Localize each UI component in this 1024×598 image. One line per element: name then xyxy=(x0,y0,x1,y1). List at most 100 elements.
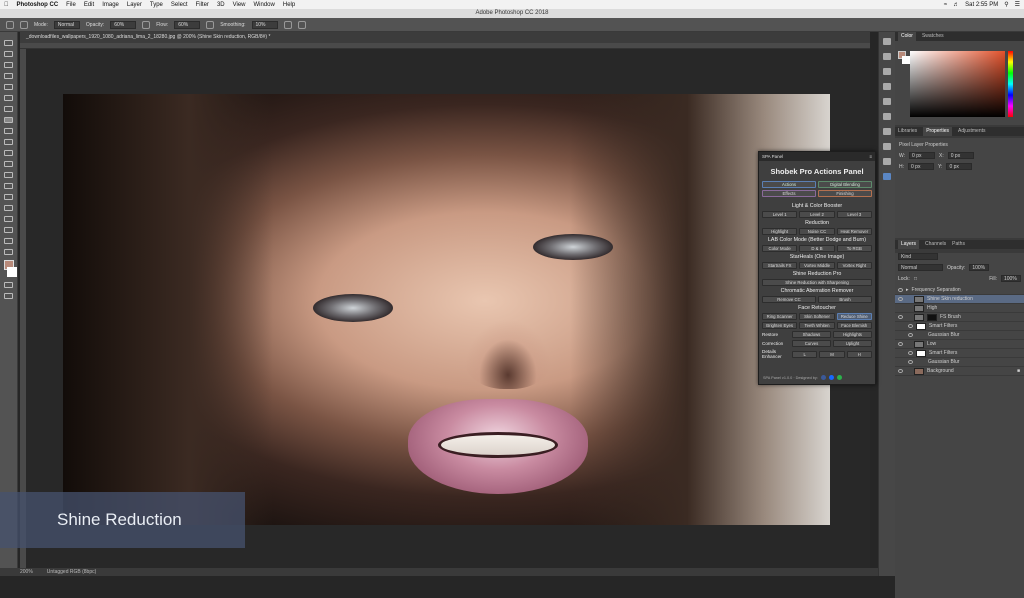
remove-cc-button[interactable]: Remove CC xyxy=(762,296,816,303)
width-field[interactable]: 0 px xyxy=(909,152,936,159)
light-level-2-button[interactable]: Level 2 xyxy=(799,211,835,218)
screen-mode-icon[interactable] xyxy=(4,293,13,299)
marquee-tool-icon[interactable] xyxy=(4,51,13,57)
zoom-tool-icon[interactable] xyxy=(4,249,13,255)
menu-select[interactable]: Select xyxy=(171,2,188,8)
brighten-eyes-button[interactable]: Brighten Eyes xyxy=(762,322,798,329)
visibility-icon[interactable] xyxy=(898,342,903,346)
layer-row[interactable]: FS Brush xyxy=(895,313,1024,322)
info-icon[interactable] xyxy=(883,143,891,150)
hue-slider[interactable] xyxy=(1008,51,1013,117)
apple-icon[interactable]:  xyxy=(4,2,9,8)
panel-menu-icon[interactable]: ≡ xyxy=(869,152,875,161)
layer-row[interactable]: ▸ Frequency Separation xyxy=(895,286,1024,295)
tab-color[interactable]: Color xyxy=(898,32,916,41)
tab-paths[interactable]: Paths xyxy=(952,240,965,249)
fill-field[interactable]: 100% xyxy=(1001,275,1021,282)
tab-swatches[interactable]: Swatches xyxy=(922,32,944,41)
background-color-swatch[interactable] xyxy=(6,267,17,277)
menu-file[interactable]: File xyxy=(66,2,76,8)
ring-scanner-button[interactable]: Ring Scanner xyxy=(762,313,798,320)
tab-adjustments[interactable]: Adjustments xyxy=(958,127,986,136)
visibility-icon[interactable] xyxy=(898,288,903,292)
color-field[interactable] xyxy=(910,51,1005,117)
gear-icon[interactable] xyxy=(283,20,292,29)
vortex-middle-button[interactable]: Vortex Middle xyxy=(799,262,835,269)
menu-3d[interactable]: 3D xyxy=(217,2,225,8)
chroma-brush-button[interactable]: Brush xyxy=(818,296,872,303)
brush-settings-icon[interactable] xyxy=(20,20,28,29)
document-image[interactable] xyxy=(63,94,830,525)
menu-help[interactable]: Help xyxy=(283,2,295,8)
history-icon[interactable] xyxy=(883,38,891,45)
menu-filter[interactable]: Filter xyxy=(196,2,209,8)
layer-row[interactable]: Shine Skin reduction xyxy=(895,295,1024,304)
dodge-tool-icon[interactable] xyxy=(4,183,13,189)
type-tool-icon[interactable] xyxy=(4,205,13,211)
heat-remover-button[interactable]: Heat Remover xyxy=(836,228,872,235)
flow-field[interactable]: 60% xyxy=(174,20,201,29)
teeth-whiten-button[interactable]: Teeth Whiten xyxy=(799,322,835,329)
brush-settings-panel-icon[interactable] xyxy=(883,113,891,120)
face-blemish-button[interactable]: Face Blemish xyxy=(836,322,872,329)
crop-tool-icon[interactable] xyxy=(4,84,13,90)
blend-mode-select[interactable]: Normal xyxy=(898,264,943,271)
y-field[interactable]: 0 px xyxy=(946,163,973,170)
brush-tool-icon[interactable] xyxy=(4,117,13,123)
visibility-icon[interactable] xyxy=(908,360,913,364)
layer-row[interactable]: Gaussian Blur xyxy=(895,358,1024,367)
blur-tool-icon[interactable] xyxy=(4,172,13,178)
visibility-icon[interactable] xyxy=(898,297,903,301)
x-field[interactable]: 0 px xyxy=(947,152,974,159)
gradient-tool-icon[interactable] xyxy=(4,161,13,167)
visibility-icon[interactable] xyxy=(898,315,903,319)
healing-brush-tool-icon[interactable] xyxy=(4,106,13,112)
light-level-1-button[interactable]: Level 1 xyxy=(762,211,798,218)
vortex-right-button[interactable]: Vortex Right xyxy=(836,262,872,269)
hand-tool-icon[interactable] xyxy=(4,238,13,244)
shape-tool-icon[interactable] xyxy=(4,227,13,233)
play-icon[interactable] xyxy=(883,68,891,75)
facebook-icon[interactable] xyxy=(820,375,826,380)
quick-select-tool-icon[interactable] xyxy=(4,73,13,79)
lock-icon[interactable]: □ xyxy=(914,276,917,282)
spa-tab-actions[interactable]: Actions xyxy=(762,181,816,188)
eyedropper-tool-icon[interactable] xyxy=(4,95,13,101)
layer-kind-filter[interactable]: Kind xyxy=(898,253,938,260)
mode-select[interactable]: Normal xyxy=(53,20,80,29)
search-icon[interactable]: ⚲ xyxy=(1004,1,1008,8)
spa-tab-digital-blending[interactable]: Digital Blending xyxy=(818,181,872,188)
layer-row[interactable]: Gaussian Blur xyxy=(895,331,1024,340)
correction-curves-button[interactable]: Curves xyxy=(792,340,831,347)
clone-source-icon[interactable] xyxy=(883,128,891,135)
menu-layer[interactable]: Layer xyxy=(127,2,142,8)
menu-list-icon[interactable]: ☰ xyxy=(1015,1,1020,8)
character-icon[interactable] xyxy=(883,83,891,90)
quick-mask-icon[interactable] xyxy=(4,282,13,288)
smoothing-field[interactable]: 10% xyxy=(251,20,278,29)
layer-row[interactable]: Low xyxy=(895,340,1024,349)
details-low-button[interactable]: L xyxy=(792,350,818,358)
noise-cc-button[interactable]: Noise CC xyxy=(799,228,835,235)
menu-app-name[interactable]: Photoshop CC xyxy=(17,2,59,8)
move-tool-icon[interactable] xyxy=(4,40,13,46)
correction-uplight-button[interactable]: Uplight xyxy=(833,340,872,347)
menu-type[interactable]: Type xyxy=(150,2,163,8)
layer-opacity-field[interactable]: 100% xyxy=(969,264,990,271)
visibility-icon[interactable] xyxy=(898,369,903,373)
menu-window[interactable]: Window xyxy=(254,2,275,8)
website-icon[interactable] xyxy=(836,375,842,380)
visibility-icon[interactable] xyxy=(908,351,913,355)
reduce-shine-button[interactable]: Reduce Shine xyxy=(836,313,872,320)
menu-view[interactable]: View xyxy=(233,2,246,8)
navigator-icon[interactable] xyxy=(883,158,891,165)
skin-softener-button[interactable]: Skin Softener xyxy=(799,313,835,320)
spa-panel-header[interactable]: SPA Panel ≡ xyxy=(759,152,875,161)
tab-libraries[interactable]: Libraries xyxy=(898,127,917,136)
details-high-button[interactable]: H xyxy=(846,350,872,358)
volume-icon[interactable]: ♬ xyxy=(953,2,959,8)
spa-tab-finishing[interactable]: Finishing xyxy=(818,190,872,197)
actions-icon[interactable] xyxy=(883,53,891,60)
height-field[interactable]: 0 px xyxy=(908,163,934,170)
startrails-fx-button[interactable]: Startrails FX xyxy=(762,262,798,269)
